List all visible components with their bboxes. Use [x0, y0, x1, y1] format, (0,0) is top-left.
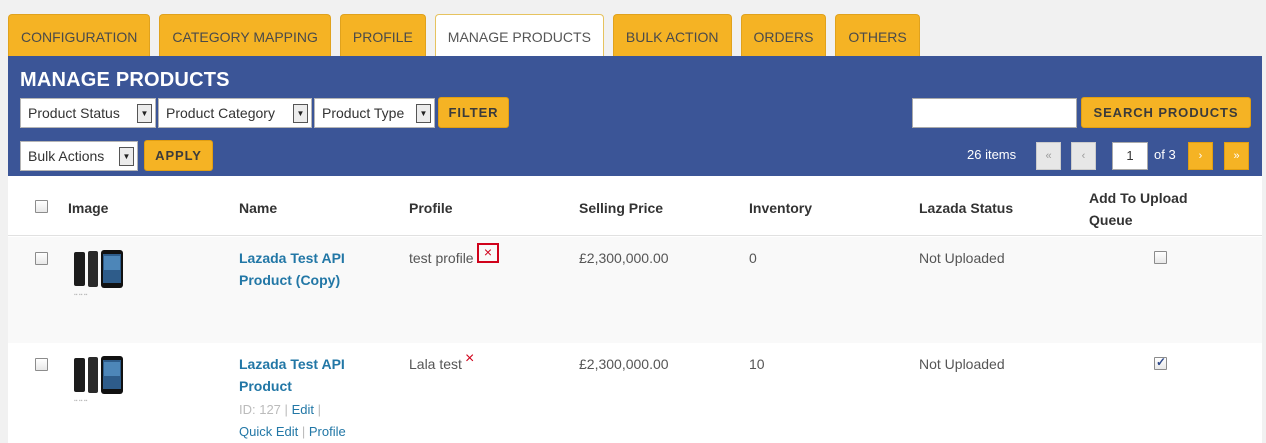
product-name-link[interactable]: Lazada Test API Product	[239, 353, 379, 397]
quick-edit-link[interactable]: Quick Edit	[239, 424, 298, 439]
profile-value: test profile	[409, 250, 474, 266]
selling-price-value: £2,300,000.00	[579, 250, 669, 266]
tab-configuration[interactable]: CONFIGURATION	[8, 14, 151, 56]
prev-page-button[interactable]: ‹	[1071, 142, 1096, 170]
product-type-value: Product Type	[322, 105, 405, 121]
remove-profile-icon[interactable]: ×	[477, 243, 499, 263]
product-name-line2: Product	[239, 378, 292, 394]
tab-profile[interactable]: PROFILE	[339, 14, 426, 56]
product-name-link[interactable]: Lazada Test API Product (Copy)	[239, 247, 379, 291]
profile-value: Lala test	[409, 356, 462, 372]
first-page-button[interactable]: «	[1036, 142, 1061, 170]
product-thumbnail: ▪▪ ▪▪ ▪▪	[74, 250, 123, 298]
table-header: Image Name Profile Selling Price Invento…	[8, 176, 1262, 236]
tab-others[interactable]: OTHERS	[835, 14, 920, 56]
page-title: MANAGE PRODUCTS	[20, 69, 230, 91]
search-products-button[interactable]: SEARCH PRODUCTS	[1081, 97, 1251, 128]
remove-profile-icon[interactable]: ×	[465, 350, 474, 368]
separator: |	[317, 402, 321, 417]
inventory-value: 10	[749, 356, 765, 372]
col-selling-price: Selling Price	[579, 200, 664, 216]
tab-bulk-action[interactable]: BULK ACTION	[612, 14, 732, 56]
dropdown-arrow-icon: ▼	[137, 104, 152, 123]
current-page-input[interactable]: 1	[1112, 142, 1148, 170]
col-lazada-status: Lazada Status	[919, 200, 1014, 216]
filter-button[interactable]: FILTER	[438, 97, 509, 128]
svg-text:▪▪ ▪▪ ▪▪: ▪▪ ▪▪ ▪▪	[74, 292, 88, 298]
total-pages: of 3	[1154, 147, 1176, 162]
products-table: Image Name Profile Selling Price Invento…	[8, 176, 1262, 443]
product-category-value: Product Category	[166, 105, 275, 121]
lazada-status-value: Not Uploaded	[919, 250, 1005, 266]
product-name-line1: Lazada Test API	[239, 250, 345, 266]
product-name-line1: Lazada Test API	[239, 356, 345, 372]
inventory-value: 0	[749, 250, 757, 266]
dropdown-arrow-icon: ▼	[119, 147, 134, 166]
edit-link[interactable]: Edit	[292, 402, 314, 417]
table-row: ▪▪ ▪▪ ▪▪ Lazada Test API Product ID: 127…	[8, 343, 1262, 443]
upload-queue-checkbox[interactable]	[1154, 251, 1167, 264]
row-actions-line2: Quick Edit | Profile	[239, 421, 346, 443]
next-page-button[interactable]: ›	[1188, 142, 1213, 170]
search-input[interactable]	[912, 98, 1077, 128]
product-type-select[interactable]: Product Type ▼	[314, 98, 435, 128]
profile-link[interactable]: Profile	[309, 424, 346, 439]
product-status-select[interactable]: Product Status ▼	[20, 98, 156, 128]
bulk-actions-select[interactable]: Bulk Actions ▼	[20, 141, 138, 171]
col-add-to-upload-queue: Add To Upload Queue	[1089, 187, 1188, 231]
table-row: ▪▪ ▪▪ ▪▪ Lazada Test API Product (Copy) …	[8, 237, 1262, 343]
bulk-actions-value: Bulk Actions	[28, 148, 105, 164]
row-actions-line1: ID: 127 | Edit |	[239, 399, 321, 421]
product-status-value: Product Status	[28, 105, 120, 121]
lazada-status-value: Not Uploaded	[919, 356, 1005, 372]
col-profile: Profile	[409, 200, 453, 216]
col-add-to-upload-queue-line2: Queue	[1089, 212, 1133, 228]
tab-manage-products[interactable]: MANAGE PRODUCTS	[434, 14, 604, 56]
product-name-line2: Product (Copy)	[239, 272, 341, 288]
last-page-button[interactable]: »	[1224, 142, 1249, 170]
product-category-select[interactable]: Product Category ▼	[158, 98, 312, 128]
separator: |	[301, 424, 306, 439]
dropdown-arrow-icon: ▼	[416, 104, 431, 123]
items-count: 26 items	[967, 147, 1017, 162]
col-image: Image	[68, 200, 109, 216]
product-id: ID: 127	[239, 402, 281, 417]
dropdown-arrow-icon: ▼	[293, 104, 308, 123]
col-inventory: Inventory	[749, 200, 813, 216]
upload-queue-checkbox[interactable]: ✓	[1154, 355, 1167, 370]
manage-products-panel: MANAGE PRODUCTS Product Status ▼ Product…	[8, 56, 1262, 176]
row-select-checkbox[interactable]	[35, 252, 48, 265]
svg-text:▪▪ ▪▪ ▪▪: ▪▪ ▪▪ ▪▪	[74, 398, 88, 404]
apply-button[interactable]: APPLY	[144, 140, 213, 171]
checkmark-icon: ✓	[1156, 355, 1167, 369]
select-all-checkbox[interactable]	[35, 200, 48, 213]
tab-orders[interactable]: ORDERS	[740, 14, 827, 56]
separator: |	[284, 402, 288, 417]
col-add-to-upload-queue-line1: Add To Upload	[1089, 190, 1188, 206]
product-thumbnail: ▪▪ ▪▪ ▪▪	[74, 356, 123, 404]
tab-category-mapping[interactable]: CATEGORY MAPPING	[159, 14, 331, 56]
col-name[interactable]: Name	[239, 200, 277, 216]
selling-price-value: £2,300,000.00	[579, 356, 669, 372]
row-select-checkbox[interactable]	[35, 358, 48, 371]
tab-bar: CONFIGURATION CATEGORY MAPPING PROFILE M…	[8, 14, 929, 56]
